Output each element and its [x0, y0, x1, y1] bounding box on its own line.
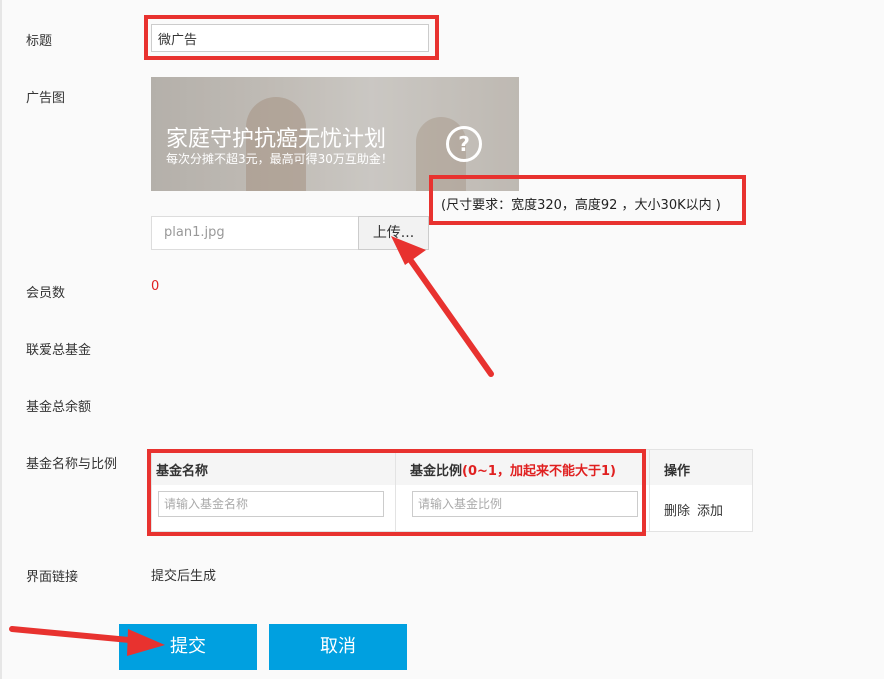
arrow-to-submit — [9, 626, 143, 644]
arrow-head-submit — [127, 629, 165, 656]
annotation-arrows — [9, 236, 494, 656]
arrow-to-upload — [406, 255, 494, 377]
arrow-head-upload — [391, 236, 426, 265]
